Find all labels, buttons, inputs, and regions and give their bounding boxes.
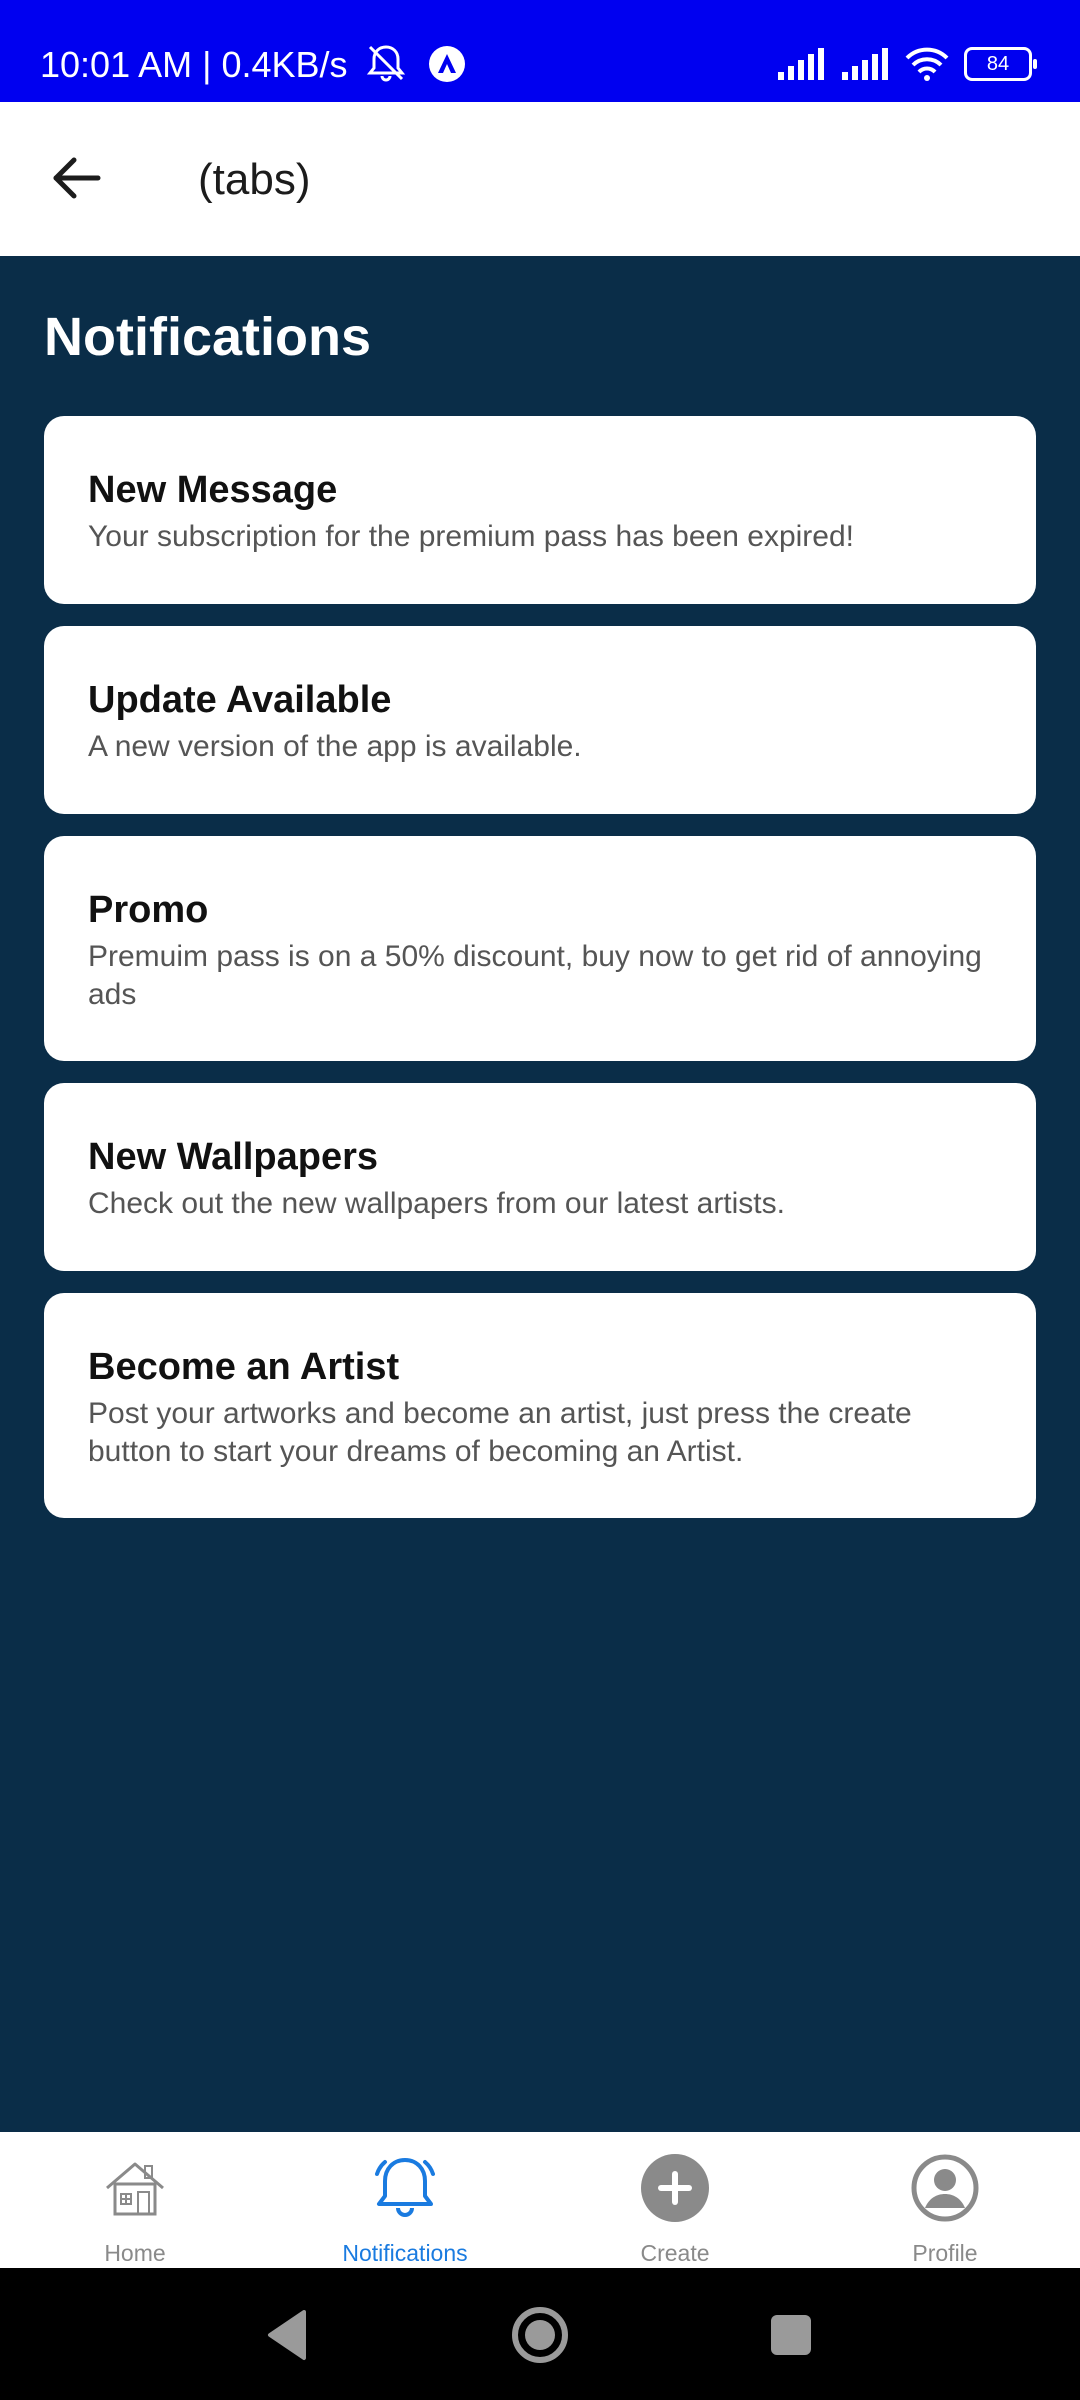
- notification-title: New Wallpapers: [88, 1136, 379, 1178]
- app-badge-icon: [428, 46, 465, 82]
- signal-icon: [842, 48, 888, 80]
- nav-label-create: Create: [640, 2240, 710, 2266]
- plus-circle-icon: [641, 2154, 709, 2222]
- notifications-screen[interactable]: Notifications New Message Your subscript…: [0, 256, 1080, 2132]
- status-time: 10:01 AM | 0.4KB/s: [40, 0, 466, 102]
- notification-card[interactable]: New Wallpapers Check out the new wallpap…: [44, 1083, 1036, 1271]
- nav-item-home[interactable]: Home: [0, 2132, 270, 2268]
- notification-title: Update Available: [88, 679, 392, 721]
- status-time-text: 10:01 AM | 0.4KB/s: [40, 44, 348, 85]
- notification-card[interactable]: Become an Artist Post your artworks and …: [44, 1293, 1036, 1518]
- app-header: (tabs): [0, 102, 1080, 256]
- system-home-icon[interactable]: [505, 2300, 575, 2370]
- system-back-icon[interactable]: [252, 2300, 322, 2370]
- battery-level: 84: [986, 53, 1010, 75]
- home-icon: [106, 2162, 164, 2216]
- system-nav-bar: [0, 2268, 1080, 2400]
- notification-title: Promo: [88, 889, 209, 931]
- status-bar: 10:01 AM | 0.4KB/s 84: [0, 0, 1080, 102]
- nav-label-profile: Profile: [912, 2240, 978, 2266]
- nav-item-profile[interactable]: Profile: [810, 2132, 1080, 2268]
- back-button[interactable]: [44, 146, 108, 210]
- wifi-icon: [905, 47, 949, 81]
- notification-body: A new version of the app is available.: [88, 730, 582, 763]
- notification-body: Post your artworks and become an artist,…: [88, 1397, 912, 1468]
- notification-card[interactable]: Promo Premuim pass is on a 50% discount,…: [44, 836, 1036, 1061]
- notification-body: Premuim pass is on a 50% discount, buy n…: [88, 940, 982, 1011]
- bell-icon: [375, 2158, 435, 2217]
- header-title: (tabs): [198, 155, 311, 204]
- battery-icon: 84: [964, 47, 1037, 81]
- notification-body: Your subscription for the premium pass h…: [88, 520, 854, 553]
- nav-label-home: Home: [104, 2240, 166, 2266]
- signal-icon: [778, 48, 824, 80]
- status-icons: 84: [776, 46, 1037, 82]
- notification-list: New Message Your subscription for the pr…: [44, 416, 1036, 1540]
- profile-icon: [911, 2154, 979, 2222]
- notification-body: Check out the new wallpapers from our la…: [88, 1187, 785, 1220]
- system-recents-icon[interactable]: [756, 2300, 826, 2370]
- nav-label-notifications: Notifications: [342, 2240, 468, 2266]
- notification-title: New Message: [88, 469, 338, 511]
- nav-item-notifications[interactable]: Notifications: [270, 2132, 540, 2268]
- notification-title: Become an Artist: [88, 1346, 400, 1388]
- bottom-nav: Home Notifications Create Profile: [0, 2132, 1080, 2268]
- notification-card[interactable]: New Message Your subscription for the pr…: [44, 416, 1036, 604]
- mute-bell-icon: [366, 45, 405, 82]
- notification-card[interactable]: Update Available A new version of the ap…: [44, 626, 1036, 814]
- arrow-left-icon: [53, 157, 101, 199]
- page-title: Notifications: [44, 307, 372, 367]
- nav-item-create[interactable]: Create: [540, 2132, 810, 2268]
